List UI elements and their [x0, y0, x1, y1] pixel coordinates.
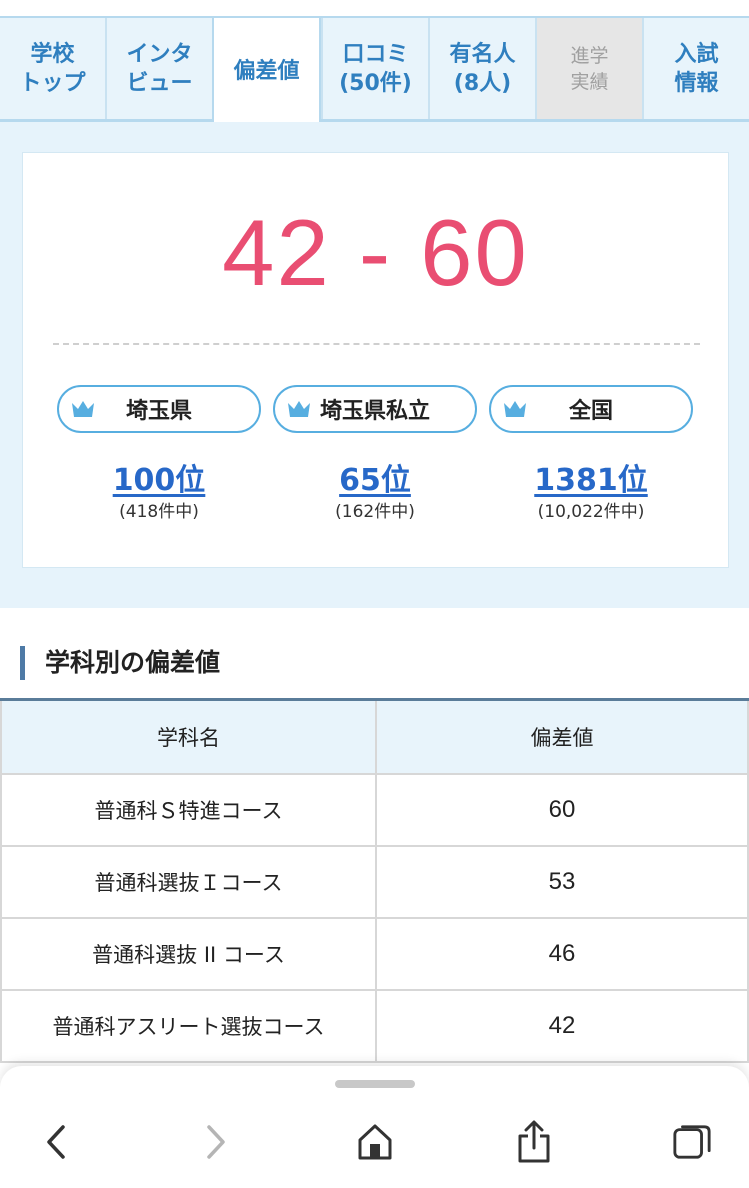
tab-reviews[interactable]: 口コミ (50件) — [321, 18, 428, 119]
tab-label-line1: インタ — [126, 41, 193, 67]
department-deviation-table: 学科名 偏差値 普通科Ｓ特進コース 60 普通科選抜Ｉコース 53 普通科選抜 … — [0, 698, 749, 1063]
header-department-name: 学科名 — [0, 701, 375, 773]
deviation-value: 46 — [375, 919, 749, 989]
crown-icon — [72, 401, 94, 417]
ranking-badge-prefecture-private: 埼玉県私立 — [273, 385, 477, 433]
back-button[interactable] — [36, 1120, 76, 1164]
tab-interview[interactable]: インタ ビュー — [105, 18, 212, 119]
deviation-range: 42 - 60 — [222, 200, 529, 305]
tab-label-line2: ビュー — [126, 70, 193, 96]
table-row: 普通科アスリート選抜コース 42 — [0, 991, 749, 1063]
ranking-link-prefecture-private[interactable]: 65位 — [273, 455, 477, 499]
tab-label-line2: (8人) — [453, 70, 512, 96]
table-row: 普通科選抜Ｉコース 53 — [0, 847, 749, 919]
forward-icon — [207, 1125, 225, 1159]
home-button[interactable] — [355, 1120, 395, 1164]
share-icon — [518, 1120, 550, 1163]
header-deviation-value: 偏差値 — [375, 701, 749, 773]
tab-famous-alumni[interactable]: 有名人 (8人) — [428, 18, 535, 119]
drag-handle[interactable] — [335, 1080, 415, 1088]
dashed-divider — [53, 343, 700, 345]
tab-label-line1: 入試 — [674, 41, 719, 67]
ranking-total-prefecture: (418件中) — [119, 502, 199, 522]
tab-label-line2: 情報 — [674, 70, 719, 96]
deviation-value: 60 — [375, 775, 749, 845]
deviation-value: 53 — [375, 847, 749, 917]
tabs-icon — [673, 1125, 711, 1159]
ranking-label: 埼玉県私立 — [319, 399, 430, 424]
share-button[interactable] — [514, 1120, 554, 1164]
tab-entrance-exam-info[interactable]: 入試 情報 — [642, 18, 749, 119]
ranking-total-prefecture-private: (162件中) — [335, 502, 415, 522]
crown-icon — [504, 401, 526, 417]
department-name: 普通科Ｓ特進コース — [0, 775, 375, 845]
forward-button[interactable] — [196, 1120, 236, 1164]
tab-school-top[interactable]: 学校 トップ — [0, 18, 105, 119]
department-name: 普通科選抜Ｉコース — [0, 847, 375, 917]
tab-label-line1: 有名人 — [449, 41, 516, 67]
tab-label-line2: 実績 — [570, 70, 609, 93]
tab-admission-results: 進学 実績 — [535, 18, 642, 119]
table-header-row: 学科名 偏差値 — [0, 701, 749, 775]
back-icon — [47, 1125, 65, 1159]
table-row: 普通科選抜 II コース 46 — [0, 919, 749, 991]
table-row: 普通科Ｓ特進コース 60 — [0, 775, 749, 847]
ranking-total-national: (10,022件中) — [537, 502, 645, 522]
ranking-label: 全国 — [568, 399, 613, 424]
deviation-value: 42 — [375, 991, 749, 1061]
tab-label-line1: 学校 — [30, 41, 75, 67]
tab-label-line1: 口コミ — [342, 41, 409, 67]
browser-toolbar — [0, 1066, 749, 1188]
crown-icon — [288, 401, 310, 417]
score-card: 42 - 60 埼玉県 埼玉県私立 全国 100位 65位 1381位 (418… — [22, 152, 729, 568]
score-panel: 42 - 60 埼玉県 埼玉県私立 全国 100位 65位 1381位 (418… — [0, 122, 749, 608]
tab-label-line2: (50件) — [339, 70, 412, 96]
tab-label-line2: トップ — [19, 70, 86, 96]
section-title: 学科別の偏差値 — [20, 646, 220, 680]
tab-deviation-value[interactable]: 偏差値 — [212, 18, 321, 124]
department-name: 普通科選抜 II コース — [0, 919, 375, 989]
tab-label-line1: 偏差値 — [233, 58, 300, 84]
ranking-badge-national: 全国 — [489, 385, 693, 433]
ranking-link-prefecture[interactable]: 100位 — [57, 455, 261, 499]
ranking-label: 埼玉県 — [125, 399, 192, 424]
department-name: 普通科アスリート選抜コース — [0, 991, 375, 1061]
ranking-link-national[interactable]: 1381位 — [489, 455, 693, 499]
school-tab-bar: 学校 トップ インタ ビュー 偏差値 口コミ (50件) 有名人 (8人) 進学… — [0, 16, 749, 124]
ranking-badge-prefecture: 埼玉県 — [57, 385, 261, 433]
tabs-button[interactable] — [672, 1120, 712, 1164]
tab-label-line1: 進学 — [570, 44, 609, 67]
home-icon — [358, 1124, 392, 1160]
